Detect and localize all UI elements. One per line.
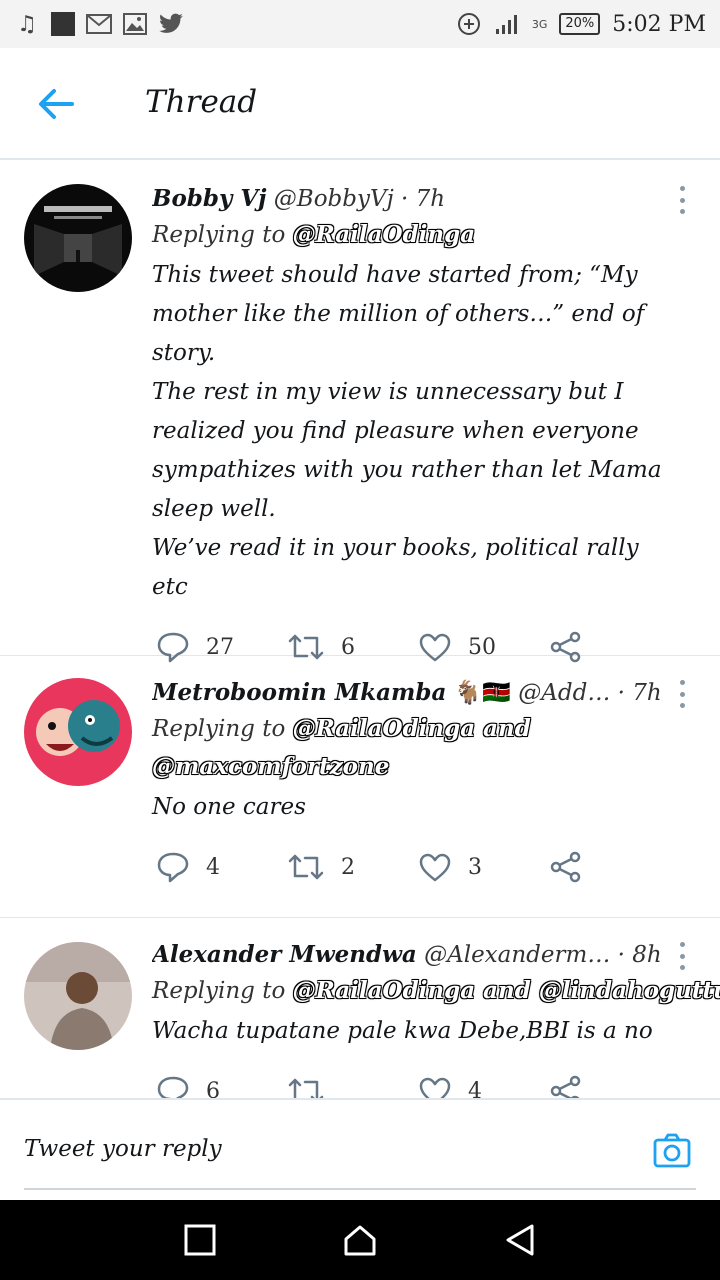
status-bar: ♫ 3G 20% 5:02 PM [0, 0, 720, 48]
triangle-back-icon [506, 1224, 534, 1256]
status-bar-system: 3G 20% 5:02 PM [456, 11, 706, 37]
reply-input-underline [24, 1188, 696, 1190]
tweet[interactable]: Bobby Vj @BobbyVj · 7h Replying to @Rail… [0, 162, 720, 663]
more-options-button[interactable] [678, 186, 686, 214]
heart-icon [419, 853, 451, 882]
twitter-icon [158, 11, 184, 37]
author-name[interactable]: Bobby Vj [152, 185, 266, 212]
tweet-text-line: The rest in my view is unnecessary but I… [152, 379, 662, 522]
reply-input[interactable]: Tweet your reply [24, 1136, 222, 1162]
tweet-meta: Metroboomin Mkamba 🐐🇰🇪 @Add… · 7h [152, 676, 680, 710]
home-icon [344, 1225, 376, 1256]
replying-to-label: Replying to [152, 222, 293, 248]
author-handle[interactable]: @Add… [518, 680, 610, 706]
replying-to: Replying to @RailaOdinga [152, 216, 680, 254]
recents-icon [184, 1224, 216, 1256]
author-handle[interactable]: @BobbyVj [274, 186, 394, 212]
tweet-body: Alexander Mwendwa @Alexanderm… · 8h Repl… [152, 938, 720, 1098]
reply-composer: Tweet your reply [0, 1098, 720, 1200]
reply-count: 6 [206, 1078, 220, 1099]
replying-to-label: Replying to [152, 978, 293, 1004]
camera-icon [653, 1133, 691, 1168]
more-options-button[interactable] [678, 680, 686, 708]
thread-feed[interactable]: Bobby Vj @BobbyVj · 7h Replying to @Rail… [0, 162, 720, 1098]
tweet[interactable]: Metroboomin Mkamba 🐐🇰🇪 @Add… · 7h Replyi… [0, 656, 720, 918]
tweet-text-line: We’ve read it in your books, political r… [152, 535, 639, 600]
back-button[interactable] [36, 86, 76, 122]
more-options-button[interactable] [678, 942, 686, 970]
retweet-icon [288, 1078, 324, 1098]
tweet-body: Bobby Vj @BobbyVj · 7h Replying to @Rail… [152, 182, 680, 687]
thread-header: Thread [0, 48, 720, 160]
share-icon [550, 1075, 581, 1098]
tweet-text: No one cares [152, 788, 680, 827]
like-count: 3 [468, 854, 482, 880]
tweet[interactable]: Alexander Mwendwa @Alexanderm… · 8h Repl… [0, 918, 720, 1098]
music-note-icon: ♫ [17, 11, 37, 37]
author-emoji: 🐐🇰🇪 [453, 680, 511, 706]
share-button[interactable] [549, 851, 680, 883]
arrow-left-icon [39, 89, 74, 119]
status-bar-notifications: ♫ [14, 11, 184, 37]
tweet-text-line: Wacha tupatane pale kwa Debe,BBI is a no [152, 1018, 653, 1044]
reply-icon [157, 1076, 189, 1098]
separator: · [401, 186, 409, 212]
tweet-text-line: This tweet should have started from; “My… [152, 262, 645, 366]
reply-count: 4 [206, 854, 220, 880]
signal-icon [494, 11, 520, 37]
like-button[interactable]: 4 [418, 1076, 549, 1098]
replying-to: Replying to @RailaOdinga and @lindahogut… [152, 972, 720, 1010]
recents-button[interactable] [180, 1220, 220, 1260]
tweet-text: Wacha tupatane pale kwa Debe,BBI is a no [152, 1012, 680, 1051]
tweet-meta: Alexander Mwendwa @Alexanderm… · 8h [152, 938, 680, 972]
tweet-text-line: No one cares [152, 794, 306, 820]
author-name[interactable]: Alexander Mwendwa [152, 941, 417, 968]
separator: · [617, 680, 625, 706]
battery-indicator: 20% [559, 13, 601, 35]
author-handle[interactable]: @Alexanderm… [424, 942, 610, 968]
tweet-actions: 4 2 3 [156, 827, 680, 907]
network-type: 3G [531, 17, 548, 31]
replying-to: Replying to @RailaOdinga and @maxcomfort… [152, 710, 680, 786]
reply-button[interactable]: 6 [156, 1075, 287, 1098]
reply-icon [157, 852, 189, 883]
separator: · [617, 942, 625, 968]
avatar[interactable] [24, 678, 132, 786]
reply-button[interactable]: 4 [156, 851, 287, 883]
tweet-body: Metroboomin Mkamba 🐐🇰🇪 @Add… · 7h Replyi… [152, 676, 680, 907]
avatar[interactable] [24, 942, 132, 1050]
image-icon [122, 11, 148, 37]
share-icon [550, 851, 581, 883]
avatar[interactable] [24, 184, 132, 292]
retweet-button[interactable] [287, 1076, 418, 1098]
mention-link[interactable]: @RailaOdinga and @lindahoguttu [293, 977, 720, 1004]
gmail-icon [86, 11, 112, 37]
square-icon [50, 11, 76, 37]
tweet-time: 7h [415, 186, 446, 212]
retweet-icon [288, 854, 324, 880]
retweet-count: 2 [341, 854, 355, 880]
mention-link[interactable]: @RailaOdinga [293, 221, 475, 248]
tweet-actions: 6 4 [156, 1051, 680, 1098]
tweet-time: 7h [632, 680, 662, 706]
heart-icon [419, 1077, 451, 1098]
system-navigation-bar [0, 1200, 720, 1280]
back-nav-button[interactable] [500, 1220, 540, 1260]
data-saver-icon [456, 11, 482, 37]
home-button[interactable] [340, 1220, 380, 1260]
tweet-time: 8h [632, 942, 662, 968]
like-count: 4 [468, 1078, 482, 1099]
author-name[interactable]: Metroboomin Mkamba [152, 679, 446, 706]
share-button[interactable] [549, 1075, 680, 1098]
retweet-button[interactable]: 2 [287, 852, 418, 882]
replying-to-label: Replying to [152, 716, 293, 742]
tweet-meta: Bobby Vj @BobbyVj · 7h [152, 182, 680, 216]
like-button[interactable]: 3 [418, 852, 549, 882]
page-title: Thread [145, 84, 258, 120]
camera-button[interactable] [652, 1130, 692, 1170]
clock: 5:02 PM [612, 11, 706, 37]
tweet-text: This tweet should have started from; “My… [152, 256, 680, 607]
